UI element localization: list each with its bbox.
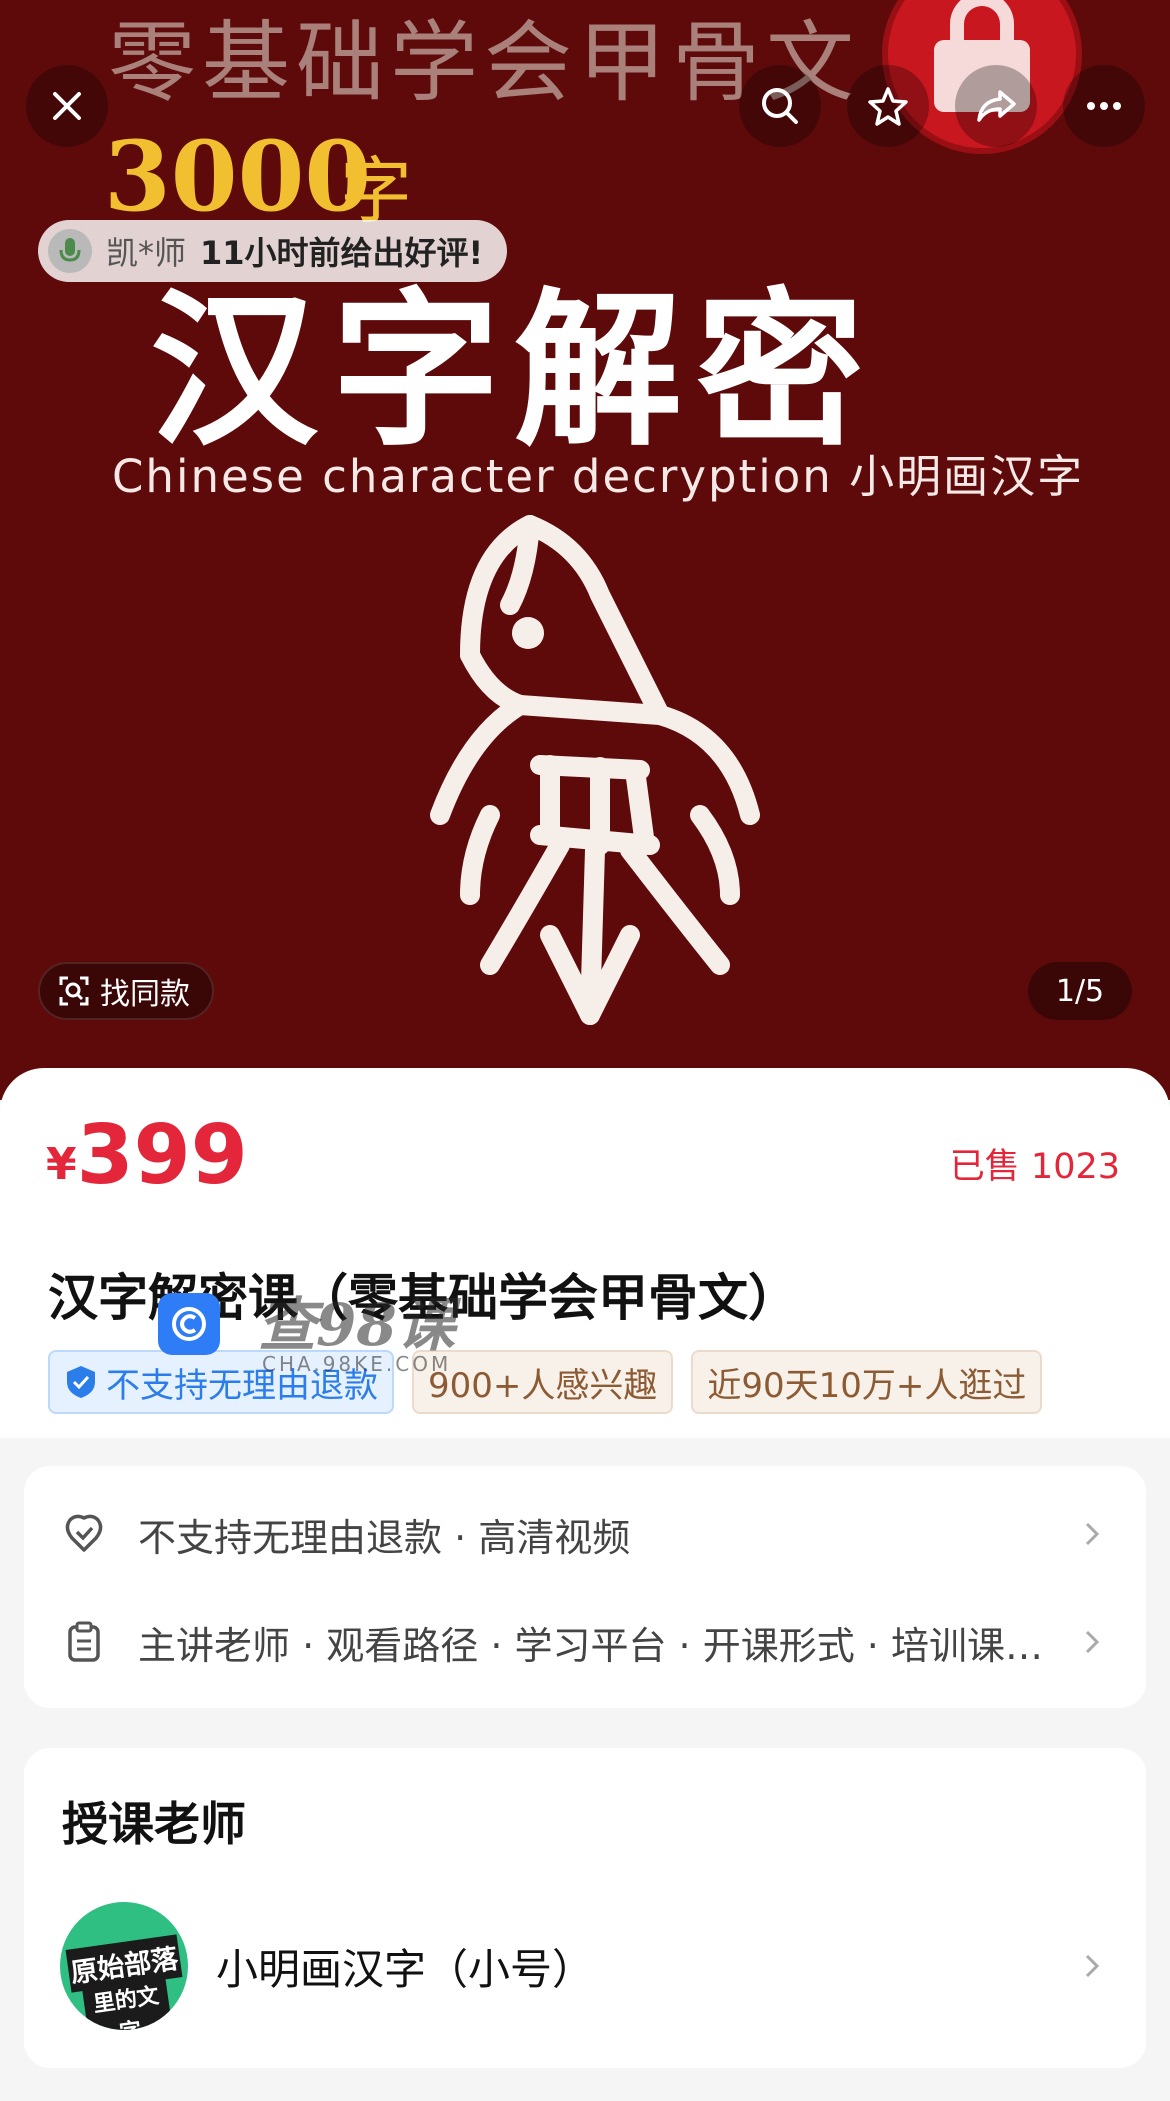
tag-visits: 近90天10万+人逛过 [691,1350,1043,1414]
reviewer-avatar [48,229,92,273]
more-button[interactable] [1063,65,1145,147]
search-icon [762,88,798,124]
close-icon [53,92,81,120]
teacher-avatar: 原始部落 里的文字 [60,1902,188,2030]
hero-count: 3000 [104,120,372,233]
teacher-card: 授课老师 原始部落 里的文字 小明画汉字（小号） [24,1748,1146,2068]
service-row-refund[interactable]: 不支持无理由退款 · 高清视频 [24,1484,1146,1584]
price-currency: ¥ [46,1139,77,1190]
oracle-fish-glyph-icon [430,515,760,1025]
find-same-button[interactable]: 找同款 [38,962,214,1020]
close-button[interactable] [26,65,108,147]
service-text: 不支持无理由退款 · 高清视频 [138,1515,631,1560]
microphone-icon [59,238,81,262]
watermark-text: 查98课 [258,1291,455,1359]
scan-icon [59,976,89,1006]
share-icon [977,90,1016,122]
clipboard-icon [68,1621,100,1662]
teacher-heading: 授课老师 [62,1797,246,1851]
hero-image[interactable]: 零基础学会甲骨文 3000 字 汉字解密 Chinese character d… [0,0,1170,1100]
service-text: 主讲老师 · 观看路径 · 学习平台 · 开课形式 · 培训课程类型 [138,1623,1068,1668]
price-value: 399 [76,1108,248,1203]
reviewer-name: 凯*师 [106,234,187,272]
review-ticker: 凯*师 11小时前给出好评! [38,220,508,282]
chevron-right-icon [1085,1954,1100,1978]
image-pager: 1/5 [1028,962,1132,1020]
refund-shield-icon [65,1514,103,1552]
teacher-row[interactable]: 原始部落 里的文字 小明画汉字（小号） [24,1896,1146,2036]
chevron-right-icon [1085,1522,1100,1546]
star-icon [868,87,908,126]
chevron-right-icon [1085,1630,1100,1654]
more-icon [1087,102,1121,110]
service-row-details[interactable]: 主讲老师 · 观看路径 · 学习平台 · 开课形式 · 培训课程类型 [24,1592,1146,1692]
find-same-label: 找同款 [100,977,190,1012]
watermark-logo-icon [158,1293,220,1355]
service-card: 不支持无理由退款 · 高清视频 主讲老师 · 观看路径 · 学习平台 · 开课形… [24,1466,1146,1708]
share-button[interactable] [955,65,1037,147]
product-detail-page: 零基础学会甲骨文 3000 字 汉字解密 Chinese character d… [0,0,1170,2101]
review-text: 11小时前给出好评! [200,234,484,272]
sold-count: 已售 1023 [949,1147,1120,1187]
teacher-name: 小明画汉字（小号） [216,1944,595,1994]
tag-row: 不支持无理由退款 900+人感兴趣 近90天10万+人逛过 [48,1350,1120,1416]
search-button[interactable] [739,65,821,147]
price: ¥399 [46,1108,248,1203]
favorite-button[interactable] [847,65,929,147]
watermark-subtext: CHA.98KE.COM [262,1352,452,1376]
hero-subtitle: Chinese character decryption 小明画汉字 [112,450,1085,503]
shield-check-icon [67,1366,95,1398]
